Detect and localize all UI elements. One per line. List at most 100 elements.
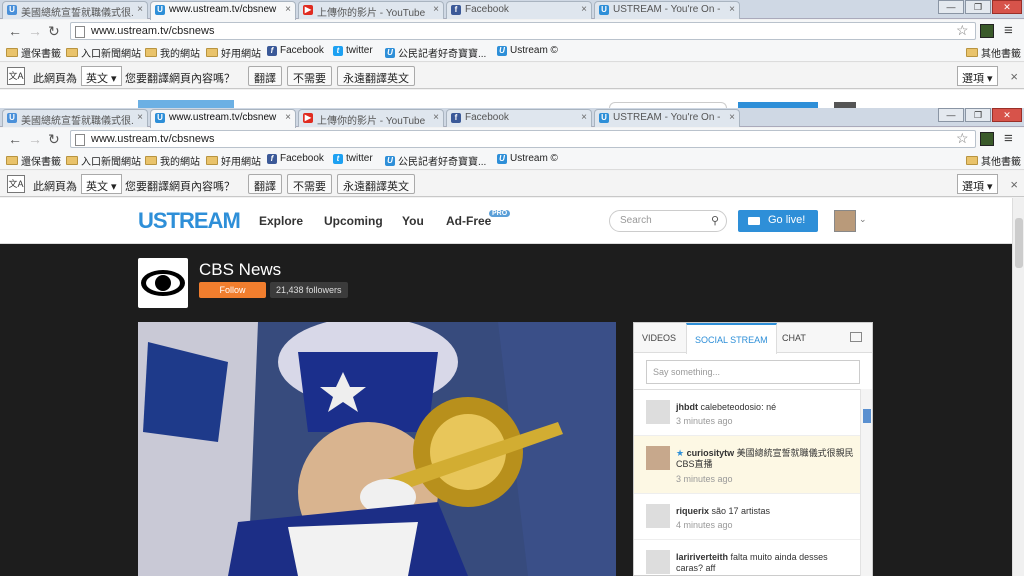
window-close-icon[interactable]: ✕ [992, 108, 1022, 122]
user-avatar[interactable] [646, 400, 670, 424]
minimize-icon[interactable]: — [938, 0, 964, 14]
tab-1[interactable]: Uwww.ustream.tv/cbsnew × [150, 109, 296, 128]
translate-button[interactable]: 翻譯 [248, 174, 282, 194]
extension-icon[interactable] [980, 132, 994, 146]
scrollbar-thumb[interactable] [863, 409, 871, 423]
tab-3[interactable]: f Facebook × [446, 109, 592, 127]
tab-4[interactable]: U USTREAM - You're On - × [594, 109, 740, 127]
bookmark-item[interactable]: 我的網站 [145, 45, 200, 60]
close-icon[interactable]: × [285, 112, 291, 123]
close-icon[interactable]: × [1010, 69, 1018, 84]
bookmark-item[interactable]: 入口新聞網站 [66, 45, 141, 60]
tab-4[interactable]: U USTREAM - You're On - × [594, 1, 740, 19]
bookmark-item[interactable]: 其他書籤 [966, 45, 1021, 60]
star-icon[interactable]: ☆ [956, 130, 969, 147]
folder-icon [66, 48, 78, 57]
bookmark-item[interactable]: U Ustream © [497, 153, 558, 164]
tab-chat[interactable]: CHAT [774, 323, 814, 353]
tab-3[interactable]: f Facebook × [446, 1, 592, 19]
always-translate-button[interactable]: 永遠翻譯英文 [337, 66, 415, 86]
tab-0[interactable]: U 美國總統宣誓就職儀式很... × [2, 109, 148, 127]
close-icon[interactable]: × [433, 112, 439, 123]
always-translate-button[interactable]: 永遠翻譯英文 [337, 174, 415, 194]
menu-icon[interactable]: ≡ [1004, 22, 1013, 39]
bookmark-item[interactable]: 還保書籤 [6, 45, 61, 60]
back-icon[interactable]: ← [8, 23, 22, 39]
extension-icon[interactable] [980, 24, 994, 38]
nav-explore[interactable]: Explore [259, 214, 303, 228]
go-live-button[interactable]: Go live! [738, 210, 818, 232]
bookmark-item[interactable]: 好用網站 [206, 153, 261, 168]
close-icon[interactable]: × [729, 4, 735, 15]
bookmark-item[interactable]: U Ustream © [497, 45, 558, 56]
star-icon[interactable]: ☆ [956, 22, 969, 39]
close-icon[interactable]: × [137, 112, 143, 123]
bookmark-item[interactable]: f Facebook [267, 153, 324, 164]
bookmark-item[interactable]: t twitter [333, 45, 373, 56]
options-select[interactable]: 選項 ▾ [957, 174, 998, 194]
translate-button[interactable]: 翻譯 [248, 66, 282, 86]
bookmark-item[interactable]: f Facebook [267, 45, 324, 56]
address-bar[interactable]: www.ustream.tv/cbsnews [70, 22, 976, 40]
tab-2[interactable]: ▶ 上傳你的影片 - YouTube × [298, 109, 444, 127]
language-select[interactable]: 英文 ▾ [81, 174, 122, 194]
chevron-down-icon[interactable]: ⌄ [859, 214, 867, 225]
tab-social-stream[interactable]: SOCIAL STREAM [686, 323, 777, 354]
maximize-icon[interactable]: ❐ [965, 108, 991, 122]
search-input[interactable]: Search ⚲ [609, 210, 727, 232]
list-item: jhbdt calebeteodosio: né 3 minutes ago [634, 390, 860, 436]
close-icon[interactable]: × [1010, 177, 1018, 192]
folder-icon [145, 156, 157, 165]
nav-ad-free[interactable]: Ad-Free [446, 214, 491, 228]
ustream-logo[interactable]: USTREAM [138, 208, 241, 234]
say-something-input[interactable]: Say something... [646, 360, 860, 384]
user-avatar[interactable] [646, 446, 670, 470]
options-select[interactable]: 選項 ▾ [957, 66, 998, 86]
bookmark-item[interactable]: 好用網站 [206, 45, 261, 60]
close-icon[interactable]: × [581, 4, 587, 15]
close-icon[interactable]: × [433, 4, 439, 15]
popout-icon[interactable] [850, 332, 862, 342]
close-icon[interactable]: × [285, 4, 291, 15]
back-icon[interactable]: ← [8, 131, 22, 147]
nav-upcoming[interactable]: Upcoming [324, 214, 383, 228]
forward-icon[interactable]: → [28, 23, 42, 39]
language-select[interactable]: 英文 ▾ [81, 66, 122, 86]
reload-icon[interactable]: ↻ [48, 23, 60, 39]
close-icon[interactable]: × [581, 112, 587, 123]
bookmark-item[interactable]: 其他書籤 [966, 153, 1021, 168]
address-bar[interactable]: www.ustream.tv/cbsnews [70, 130, 976, 148]
scrollbar-thumb[interactable] [1015, 218, 1023, 268]
maximize-icon[interactable]: ❐ [965, 0, 991, 14]
folder-icon [6, 156, 18, 165]
avatar[interactable] [834, 210, 856, 232]
tab-videos[interactable]: VIDEOS [634, 323, 684, 353]
tab-2[interactable]: ▶ 上傳你的影片 - YouTube × [298, 1, 444, 19]
window-close-icon[interactable]: ✕ [992, 0, 1022, 14]
search-icon[interactable]: ⚲ [711, 214, 719, 227]
close-icon[interactable]: × [729, 112, 735, 123]
minimize-icon[interactable]: — [938, 108, 964, 122]
bookmark-item[interactable]: U 公民記者好奇寶寶... [385, 153, 486, 168]
tab-0[interactable]: U 美國總統宣誓就職儀式很... × [2, 1, 148, 19]
no-thanks-button[interactable]: 不需要 [287, 66, 332, 86]
video-player[interactable] [138, 322, 616, 576]
channel-logo[interactable] [138, 258, 188, 308]
user-avatar[interactable] [646, 550, 670, 574]
close-icon[interactable]: × [137, 4, 143, 15]
bookmark-item[interactable]: 我的網站 [145, 153, 200, 168]
feed-scrollbar[interactable] [860, 389, 872, 576]
bookmark-item[interactable]: t twitter [333, 153, 373, 164]
bookmark-item[interactable]: U 公民記者好奇寶寶... [385, 45, 486, 60]
forward-icon[interactable]: → [28, 131, 42, 147]
follow-button[interactable]: Follow [199, 282, 266, 298]
bookmark-item[interactable]: 入口新聞網站 [66, 153, 141, 168]
bookmark-item[interactable]: 還保書籤 [6, 153, 61, 168]
menu-icon[interactable]: ≡ [1004, 130, 1013, 147]
reload-icon[interactable]: ↻ [48, 131, 60, 147]
no-thanks-button[interactable]: 不需要 [287, 174, 332, 194]
page-scrollbar[interactable] [1012, 198, 1024, 576]
nav-you[interactable]: You [402, 214, 424, 228]
user-avatar[interactable] [646, 504, 670, 528]
tab-1[interactable]: Uwww.ustream.tv/cbsnew × [150, 1, 296, 20]
